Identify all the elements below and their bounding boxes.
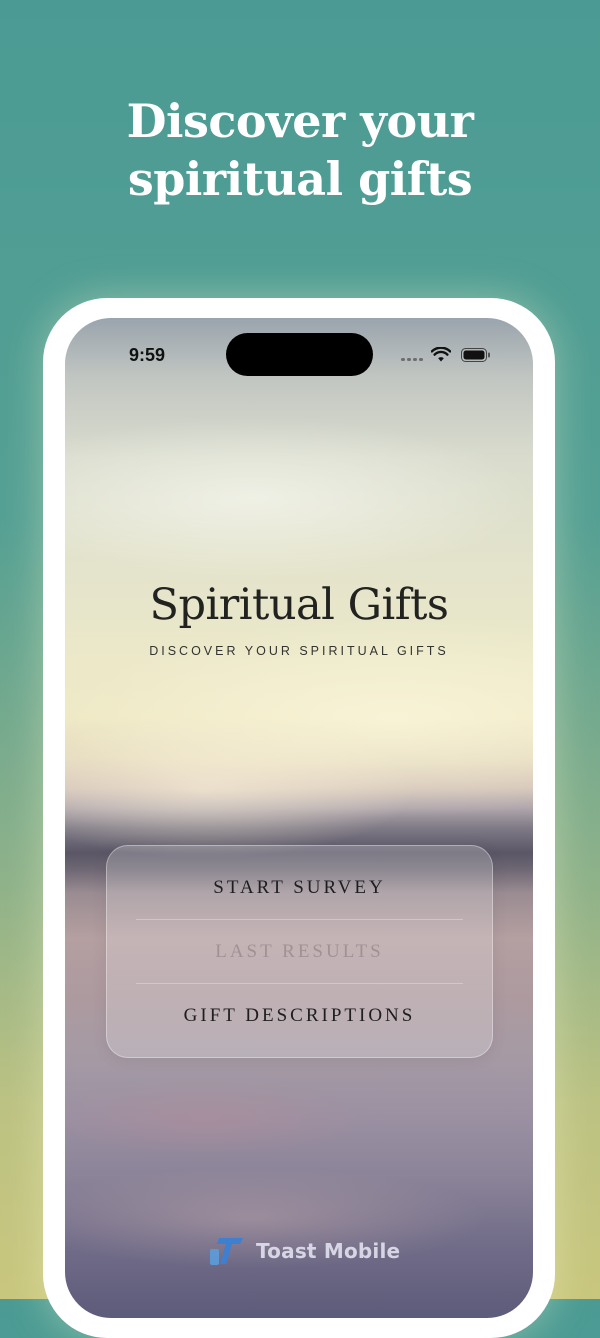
phone-frame: 9:59 Spiritual Gifts DISCOVER YOUR SPIRI…: [43, 298, 555, 1338]
status-bar-time: 9:59: [129, 345, 166, 365]
dynamic-island: [226, 333, 373, 376]
app-subtitle: DISCOVER YOUR SPIRITUAL GIFTS: [149, 644, 449, 658]
gift-descriptions-button[interactable]: GIFT DESCRIPTIONS: [107, 984, 492, 1047]
main-menu-card: START SURVEY LAST RESULTS GIFT DESCRIPTI…: [106, 845, 493, 1058]
battery-icon: [461, 348, 490, 362]
headline-line-1: Discover your: [126, 94, 474, 148]
last-results-button[interactable]: LAST RESULTS: [107, 920, 492, 983]
app-title: Spiritual Gifts: [149, 580, 449, 630]
start-survey-button[interactable]: START SURVEY: [107, 856, 492, 919]
cellular-signal-icon: [401, 358, 423, 362]
brand-name: Toast Mobile: [256, 1239, 401, 1263]
marketing-headline: Discover your spiritual gifts: [0, 92, 600, 208]
app-screen: 9:59 Spiritual Gifts DISCOVER YOUR SPIRI…: [65, 318, 533, 1318]
toast-logo-icon: [210, 1238, 243, 1265]
wifi-icon: [431, 347, 451, 362]
brand-footer: Toast Mobile: [209, 1236, 400, 1266]
headline-line-2: spiritual gifts: [127, 152, 473, 206]
